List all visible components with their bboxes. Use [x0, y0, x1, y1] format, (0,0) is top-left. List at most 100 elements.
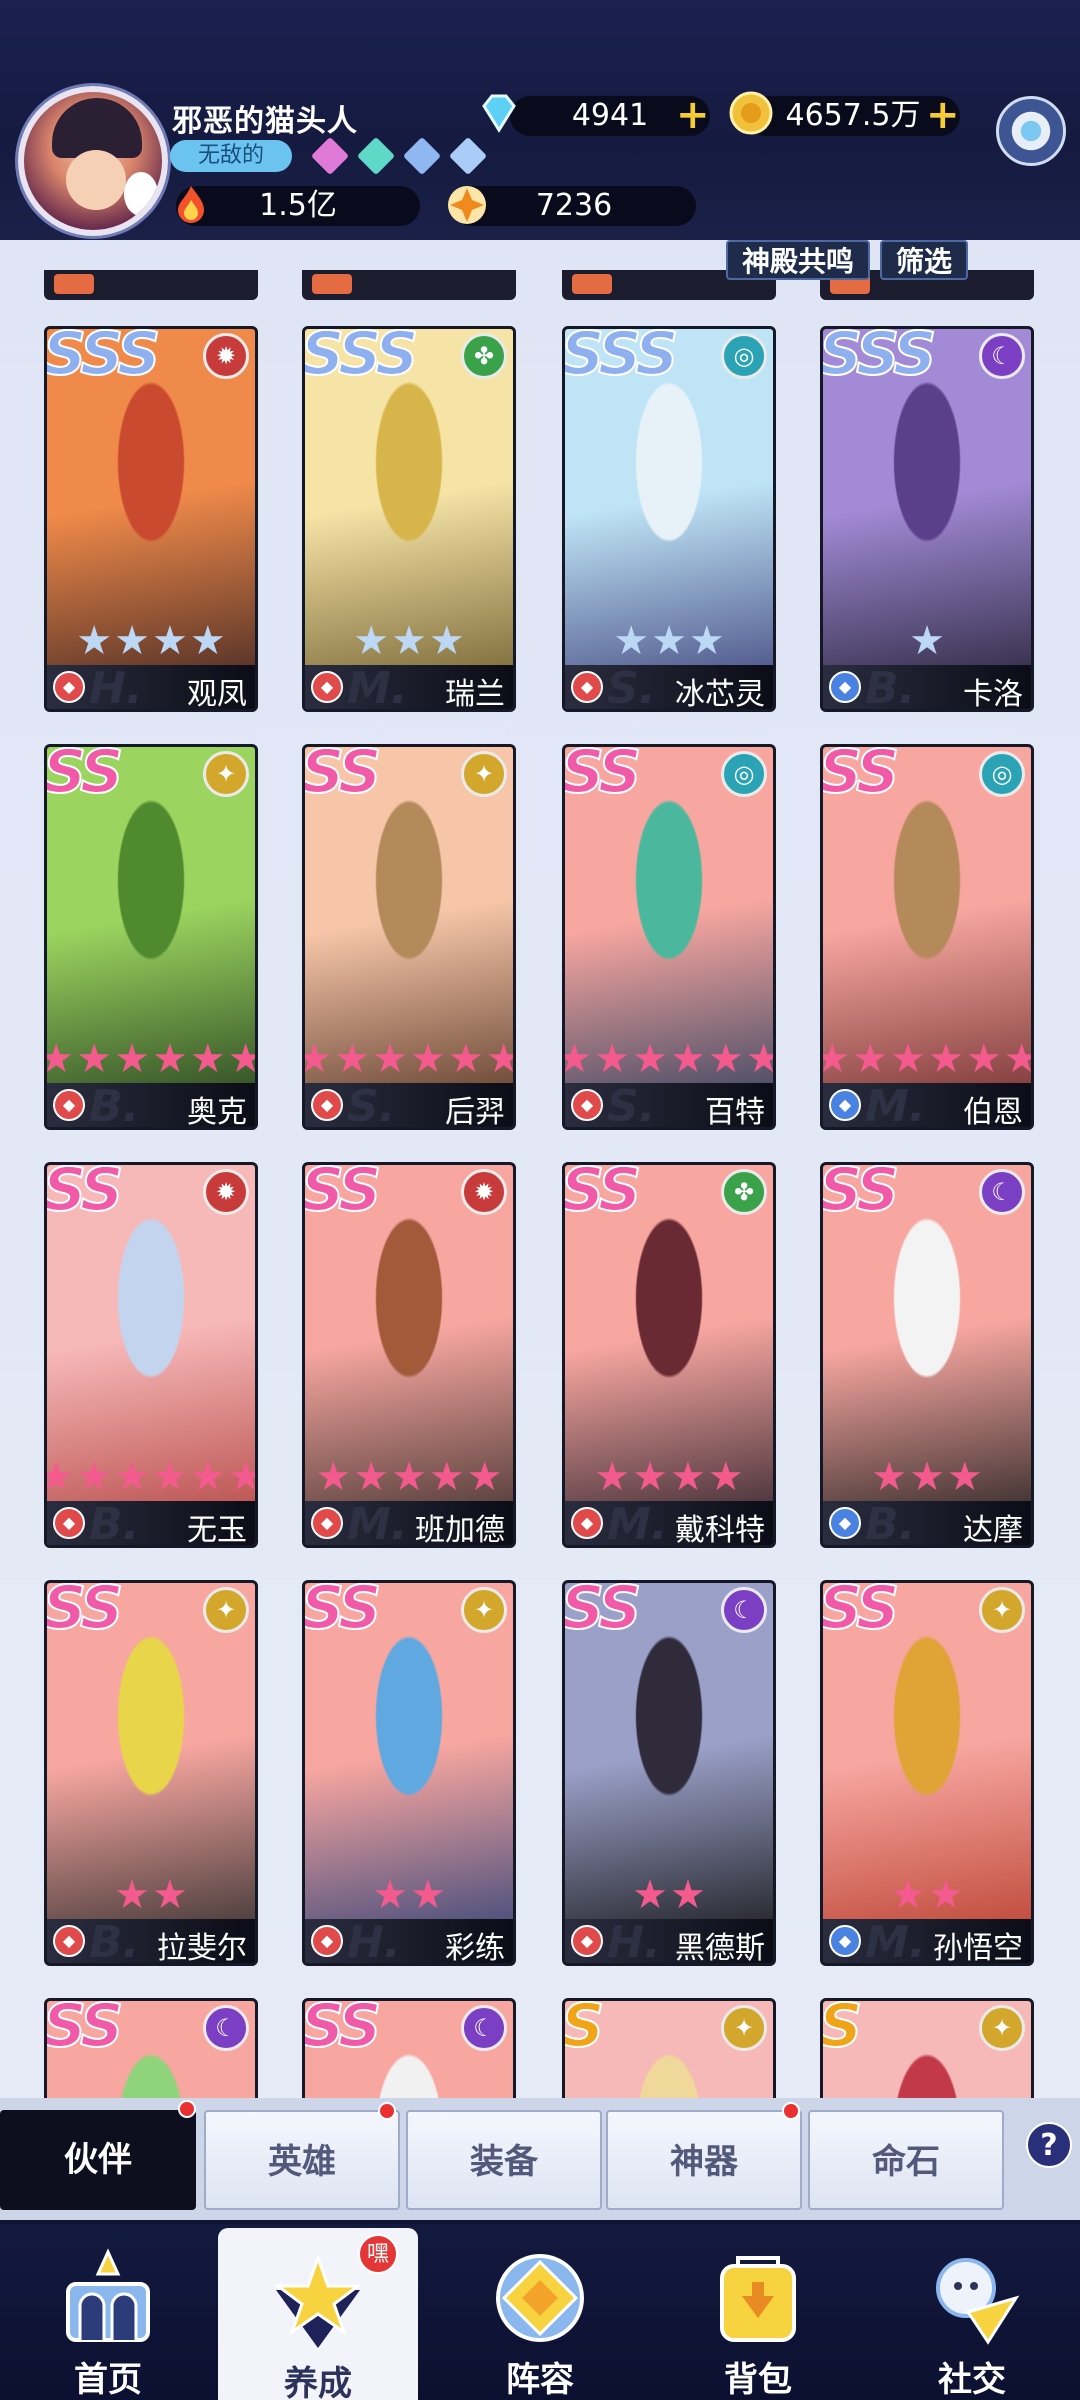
hero-race-mark: M. — [347, 663, 408, 712]
hero-card[interactable]: SS ✦ ★ ★ ◆ M. 孙悟空 — [820, 1580, 1034, 1966]
star-icon: ★ — [946, 1454, 983, 1500]
hero-card[interactable]: SS◎★★★★★★◆M.伯恩 — [820, 744, 1034, 1130]
star-icon: ★ — [353, 618, 390, 664]
light-element-icon: ✦ — [721, 2005, 767, 2051]
hero-race-mark: B. — [89, 1081, 140, 1130]
hero-stars: ★ ★ ★ ★ — [47, 621, 255, 661]
filter-button[interactable]: 筛选 — [880, 240, 969, 280]
class-shield-icon: ◆ — [53, 671, 85, 703]
bag-icon — [720, 2256, 796, 2342]
tab-heroes-notification-dot — [378, 2102, 396, 2120]
add-diamonds-button[interactable]: + — [676, 95, 710, 135]
gold-coin-icon — [729, 91, 773, 135]
hero-card[interactable]: S ✦ — [820, 1998, 1034, 2098]
flame-icon — [178, 186, 204, 223]
dark-element-icon: ☾ — [203, 2005, 249, 2051]
star-icon: ★ — [909, 1454, 945, 1500]
hero-card[interactable]: S ✦ — [562, 1998, 776, 2098]
fire-element-icon: ✹ — [203, 1169, 249, 1215]
cut-card — [302, 270, 516, 300]
star-icon: ★ — [228, 1457, 255, 1497]
cut-card — [44, 270, 258, 300]
nature-element-icon: ✤ — [721, 1169, 767, 1215]
hero-card[interactable]: SS✦★★★★★★◆S.后羿 — [302, 744, 516, 1130]
class-shield-icon: ◆ — [829, 1089, 861, 1121]
nav-upgrade[interactable]: 养成 嘿 — [218, 2228, 418, 2400]
hero-card[interactable]: SS ☾ ★ ★ ★ ◆ B. 达摩 — [820, 1162, 1034, 1548]
hero-stars: ★ ★ ★ ★ ★ — [305, 1457, 513, 1497]
tab-equipment[interactable]: 装备 — [406, 2110, 602, 2210]
hero-card[interactable]: SS◎★★★★★★◆S.百特 — [562, 744, 776, 1130]
star-icon: ★ — [632, 1872, 668, 1918]
hero-card[interactable]: SSS ◎ ★ ★ ★ ◆ S. 冰芯灵 — [562, 326, 776, 712]
avatar-rabbit — [124, 172, 158, 216]
hero-rank: SS — [44, 1580, 124, 1644]
help-icon[interactable]: ? — [1026, 2122, 1072, 2168]
energy-value: 7236 — [535, 188, 613, 223]
star-crystal-icon — [448, 186, 486, 224]
tab-label: 英雄 — [268, 2142, 336, 2182]
light-element-icon: ✦ — [979, 1587, 1025, 1633]
hero-card[interactable]: SS✹★★★★★★◆B.无玉 — [44, 1162, 258, 1548]
star-icon: ★ — [315, 1454, 352, 1500]
star-icon: ★ — [928, 1872, 964, 1918]
tab-partners[interactable]: 伙伴 — [0, 2110, 196, 2210]
tab-artifacts[interactable]: 神器 — [606, 2110, 802, 2210]
nav-bag[interactable]: 背包 — [658, 2224, 858, 2400]
hero-rank: S — [820, 1998, 863, 2062]
class-shield-icon: ◆ — [829, 671, 861, 703]
nav-formation[interactable]: 阵容 — [440, 2224, 640, 2400]
hero-card[interactable]: SSS ☾ ★ ◆ B. 卡洛 — [820, 326, 1034, 712]
hero-rank: SS — [820, 1580, 900, 1644]
settings-gear-icon[interactable] — [996, 96, 1066, 166]
star-icon: ★ — [189, 1454, 226, 1500]
hero-card[interactable]: SS✦★★★★★★◆B.奥克 — [44, 744, 258, 1130]
hero-stars: ★ ★ — [47, 1875, 255, 1915]
hero-card[interactable]: SS ☾ — [44, 1998, 258, 2098]
dark-element-icon: ☾ — [979, 333, 1025, 379]
hero-rank: S — [562, 1998, 605, 2062]
temple-resonance-button[interactable]: 神殿共鸣 — [726, 240, 871, 280]
hero-card[interactable]: SS ✤ ★ ★ ★ ★ ◆ M. 戴科特 — [562, 1162, 776, 1548]
hero-nameplate: ◆ M. 戴科特 — [565, 1499, 773, 1548]
hero-stars: ★ ★ ★ — [305, 621, 513, 661]
hero-rank: SS — [820, 744, 900, 808]
hero-rank: SS — [44, 1162, 124, 1226]
nav-social[interactable]: 社交 — [872, 2224, 1072, 2400]
nav-home[interactable]: 首页 — [8, 2224, 208, 2400]
class-shield-icon: ◆ — [53, 1089, 85, 1121]
tab-heroes[interactable]: 英雄 — [204, 2110, 400, 2210]
hero-card[interactable]: SS ✦ ★ ★ ◆ B. 拉斐尔 — [44, 1580, 258, 1966]
hero-card[interactable]: SS ☾ ★ ★ ◆ H. 黑德斯 — [562, 1580, 776, 1966]
add-gold-button[interactable]: + — [926, 95, 960, 135]
tab-partners-notification-dot — [178, 2100, 196, 2118]
hero-race-mark: M. — [607, 1499, 668, 1548]
grid-toolbar: 神殿共鸣 筛选 — [726, 240, 969, 280]
hero-card[interactable]: SSS ✤ ★ ★ ★ ◆ M. 瑞兰 — [302, 326, 516, 712]
hero-rank: SS — [44, 1998, 124, 2062]
hero-name: 观凤 — [187, 677, 247, 712]
hero-card[interactable]: SSS ✹ ★ ★ ★ ★ ◆ H. 观凤 — [44, 326, 258, 712]
star-icon: ★ — [372, 1872, 408, 1918]
hero-name: 班加德 — [415, 1513, 505, 1548]
nav-bag-label: 背包 — [724, 2360, 792, 2400]
star-icon: ★ — [114, 1454, 150, 1500]
hero-name: 孙悟空 — [933, 1931, 1023, 1966]
tab-fate-stones[interactable]: 命石 — [808, 2110, 1004, 2210]
hero-rank: SSS — [44, 326, 161, 390]
hero-card[interactable]: SS ✹ ★ ★ ★ ★ ★ ◆ M. 班加德 — [302, 1162, 516, 1548]
hero-race-mark: H. — [89, 663, 143, 712]
star-icon: ★ — [651, 618, 687, 664]
hero-card[interactable]: SS ✦ ★ ★ ◆ H. 彩练 — [302, 1580, 516, 1966]
hero-name: 卡洛 — [963, 677, 1023, 712]
hero-rank: SS — [562, 1580, 642, 1644]
nav-home-label: 首页 — [74, 2360, 142, 2400]
hero-rank: SS — [302, 1580, 382, 1644]
player-title-badge: 无敌的 — [170, 140, 292, 172]
hero-rank: SS — [562, 1162, 642, 1226]
hero-card[interactable]: SS ☾ — [302, 1998, 516, 2098]
hero-grid-area[interactable]: 神殿共鸣 筛选 SSS ✹ ★ ★ ★ ★ ◆ H. 观凤 SSS ✤ ★ ★ ★ ◆ M. 瑞兰 SSS ◎ ★ ★ ★… — [0, 240, 1080, 2098]
hero-nameplate: ◆ H. 彩练 — [305, 1917, 513, 1963]
player-avatar[interactable] — [18, 86, 168, 236]
hero-nameplate: ◆ H. 观凤 — [47, 663, 255, 712]
